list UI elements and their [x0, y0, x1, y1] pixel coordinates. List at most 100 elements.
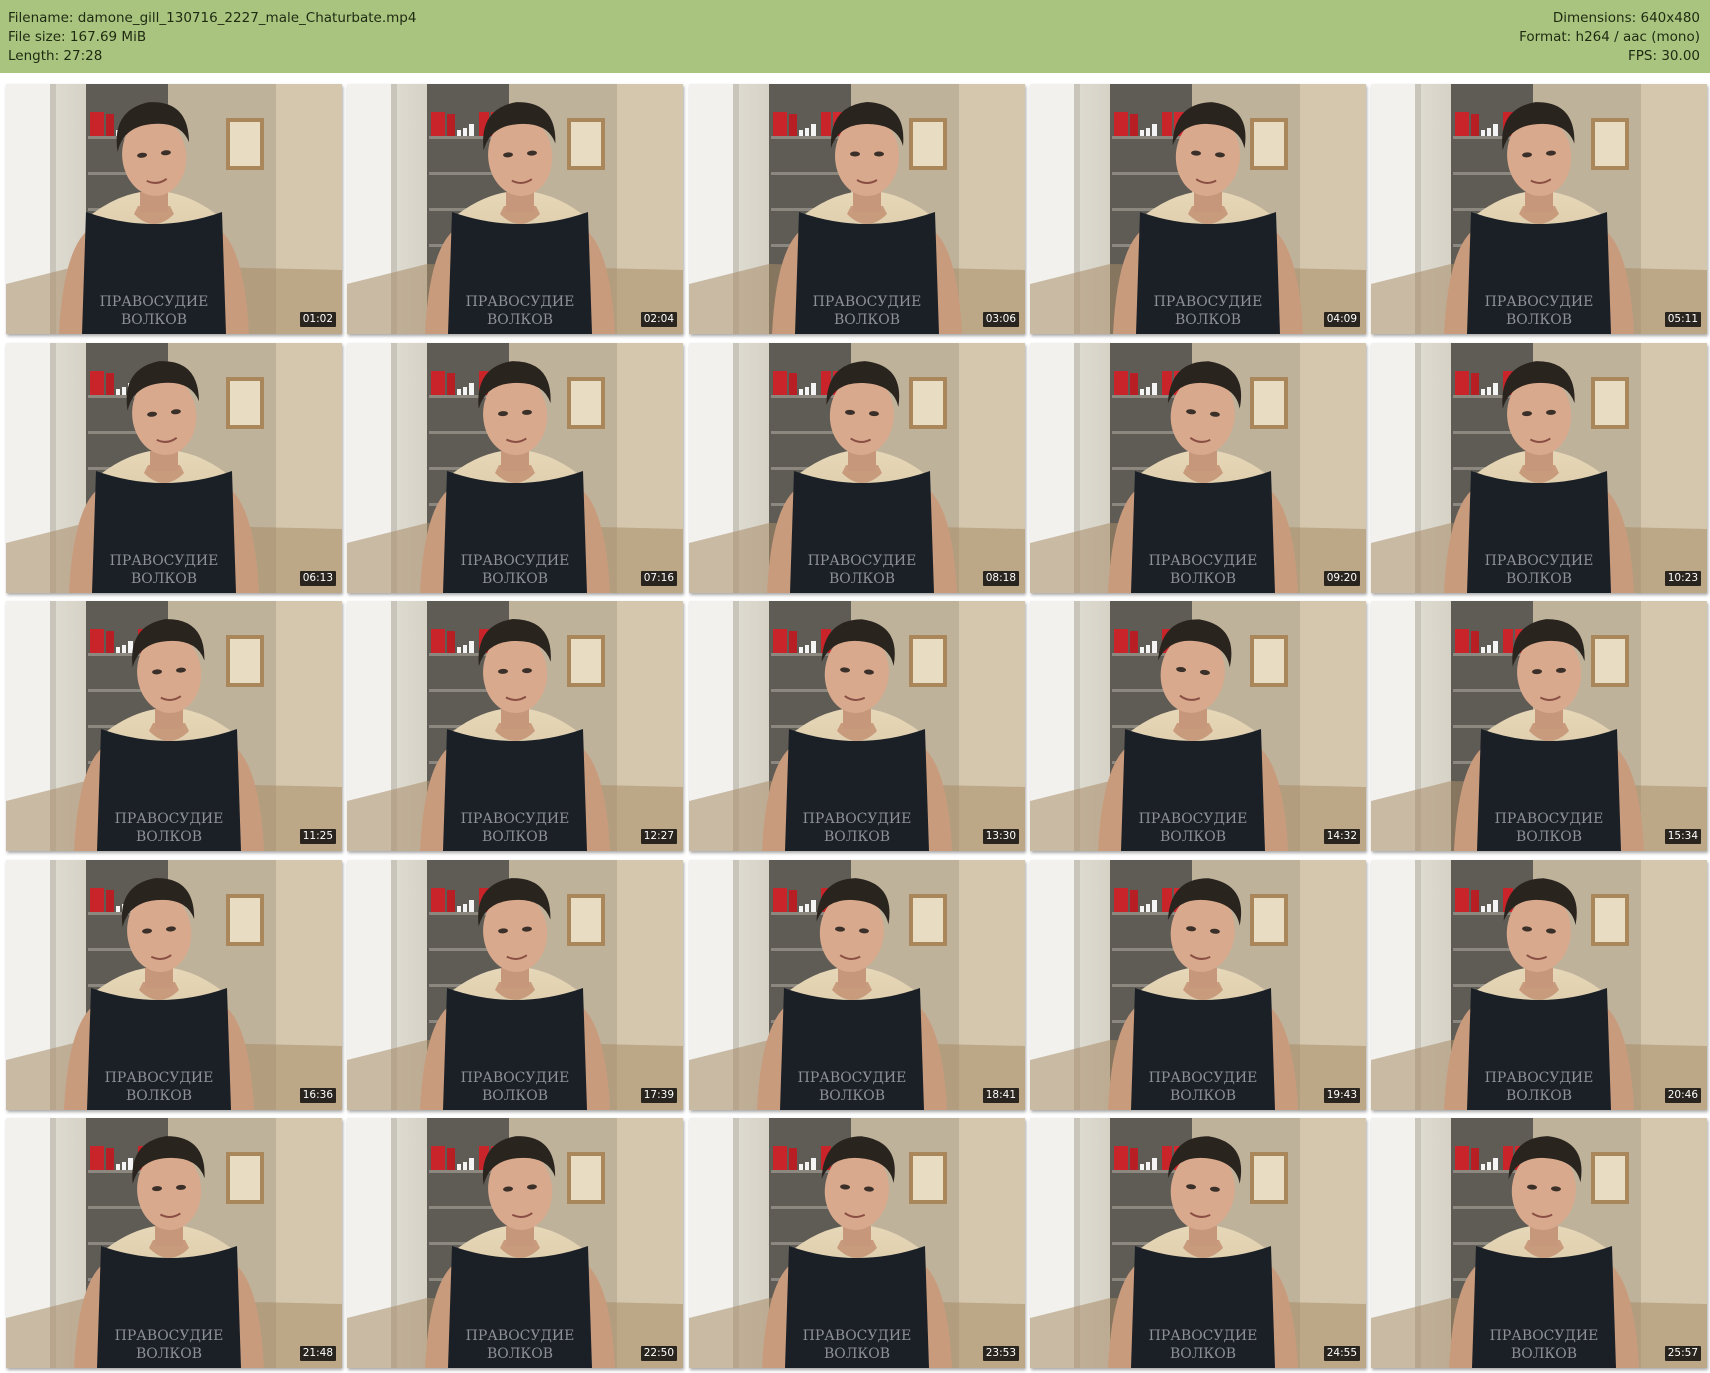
svg-text:ПРАВОСУДИЕ: ПРАВОСУДИЕ: [110, 553, 219, 569]
video-thumbnail: ПРАВОСУДИЕ ВОЛКОВ 17:39: [347, 860, 683, 1110]
svg-text:ВОЛКОВ: ВОЛКОВ: [131, 571, 197, 587]
timestamp-label: 06:13: [299, 571, 336, 586]
webcam-frame-image: ПРАВОСУДИЕ ВОЛКОВ: [689, 1118, 1025, 1368]
svg-text:ВОЛКОВ: ВОЛКОВ: [1506, 571, 1572, 587]
webcam-frame-image: ПРАВОСУДИЕ ВОЛКОВ: [347, 860, 683, 1110]
timestamp-label: 16:36: [299, 1088, 336, 1103]
webcam-frame-image: ПРАВОСУДИЕ ВОЛКОВ: [6, 1118, 342, 1368]
webcam-frame-image: ПРАВОСУДИЕ ВОЛКОВ: [1371, 860, 1707, 1110]
svg-text:ПРАВОСУДИЕ: ПРАВОСУДИЕ: [466, 1328, 575, 1344]
svg-text:ПРАВОСУДИЕ: ПРАВОСУДИЕ: [461, 553, 570, 569]
svg-text:ВОЛКОВ: ВОЛКОВ: [1170, 1346, 1236, 1362]
svg-text:ВОЛКОВ: ВОЛКОВ: [824, 1346, 890, 1362]
svg-text:ПРАВОСУДИЕ: ПРАВОСУДИЕ: [100, 294, 209, 310]
webcam-frame-image: ПРАВОСУДИЕ ВОЛКОВ: [689, 84, 1025, 334]
svg-text:ВОЛКОВ: ВОЛКОВ: [1506, 1088, 1572, 1104]
webcam-frame-image: ПРАВОСУДИЕ ВОЛКОВ: [6, 860, 342, 1110]
thumbnail-grid: ПРАВОСУДИЕ ВОЛКОВ 01:02 ПРАВОСУДИЕ ВОЛКО…: [0, 0, 1710, 1373]
svg-text:ПРАВОСУДИЕ: ПРАВОСУДИЕ: [1149, 1070, 1258, 1086]
video-thumbnail: ПРАВОСУДИЕ ВОЛКОВ 03:06: [689, 84, 1025, 334]
svg-text:ВОЛКОВ: ВОЛКОВ: [1170, 1088, 1236, 1104]
timestamp-label: 07:16: [640, 571, 677, 586]
timestamp-label: 12:27: [640, 829, 677, 844]
svg-text:ВОЛКОВ: ВОЛКОВ: [1175, 312, 1241, 328]
timestamp-label: 15:34: [1664, 829, 1701, 844]
timestamp-label: 14:32: [1323, 829, 1360, 844]
svg-text:ПРАВОСУДИЕ: ПРАВОСУДИЕ: [803, 1328, 912, 1344]
svg-text:ВОЛКОВ: ВОЛКОВ: [487, 1346, 553, 1362]
svg-text:ПРАВОСУДИЕ: ПРАВОСУДИЕ: [461, 1070, 570, 1086]
timestamp-label: 05:11: [1664, 312, 1701, 327]
svg-text:ВОЛКОВ: ВОЛКОВ: [824, 829, 890, 845]
video-thumbnail: ПРАВОСУДИЕ ВОЛКОВ 01:02: [6, 84, 342, 334]
timestamp-label: 20:46: [1664, 1088, 1701, 1103]
video-thumbnail: ПРАВОСУДИЕ ВОЛКОВ 21:48: [6, 1118, 342, 1368]
video-thumbnail: ПРАВОСУДИЕ ВОЛКОВ 12:27: [347, 601, 683, 851]
timestamp-label: 22:50: [640, 1346, 677, 1361]
svg-text:ВОЛКОВ: ВОЛКОВ: [487, 312, 553, 328]
webcam-frame-image: ПРАВОСУДИЕ ВОЛКОВ: [1030, 343, 1366, 593]
video-thumbnail: ПРАВОСУДИЕ ВОЛКОВ 22:50: [347, 1118, 683, 1368]
svg-text:ВОЛКОВ: ВОЛКОВ: [819, 1088, 885, 1104]
timestamp-label: 13:30: [982, 829, 1019, 844]
svg-text:ПРАВОСУДИЕ: ПРАВОСУДИЕ: [803, 811, 912, 827]
timestamp-label: 10:23: [1664, 571, 1701, 586]
webcam-frame-image: ПРАВОСУДИЕ ВОЛКОВ: [6, 343, 342, 593]
svg-text:ВОЛКОВ: ВОЛКОВ: [482, 571, 548, 587]
svg-text:ПРАВОСУДИЕ: ПРАВОСУДИЕ: [813, 294, 922, 310]
webcam-frame-image: ПРАВОСУДИЕ ВОЛКОВ: [1371, 343, 1707, 593]
video-thumbnail: ПРАВОСУДИЕ ВОЛКОВ 25:57: [1371, 1118, 1707, 1368]
video-thumbnail: ПРАВОСУДИЕ ВОЛКОВ 05:11: [1371, 84, 1707, 334]
webcam-frame-image: ПРАВОСУДИЕ ВОЛКОВ: [689, 860, 1025, 1110]
webcam-frame-image: ПРАВОСУДИЕ ВОЛКОВ: [1371, 84, 1707, 334]
video-thumbnail: ПРАВОСУДИЕ ВОЛКОВ 10:23: [1371, 343, 1707, 593]
svg-text:ВОЛКОВ: ВОЛКОВ: [834, 312, 900, 328]
svg-text:ПРАВОСУДИЕ: ПРАВОСУДИЕ: [105, 1070, 214, 1086]
svg-text:ПРАВОСУДИЕ: ПРАВОСУДИЕ: [1485, 553, 1594, 569]
timestamp-label: 23:53: [982, 1346, 1019, 1361]
video-thumbnail: ПРАВОСУДИЕ ВОЛКОВ 06:13: [6, 343, 342, 593]
video-thumbnail: ПРАВОСУДИЕ ВОЛКОВ 18:41: [689, 860, 1025, 1110]
video-thumbnail: ПРАВОСУДИЕ ВОЛКОВ 02:04: [347, 84, 683, 334]
webcam-frame-image: ПРАВОСУДИЕ ВОЛКОВ: [689, 343, 1025, 593]
svg-text:ПРАВОСУДИЕ: ПРАВОСУДИЕ: [1495, 811, 1604, 827]
svg-text:ПРАВОСУДИЕ: ПРАВОСУДИЕ: [808, 553, 917, 569]
webcam-frame-image: ПРАВОСУДИЕ ВОЛКОВ: [347, 343, 683, 593]
svg-text:ПРАВОСУДИЕ: ПРАВОСУДИЕ: [1149, 1328, 1258, 1344]
video-thumbnail: ПРАВОСУДИЕ ВОЛКОВ 04:09: [1030, 84, 1366, 334]
timestamp-label: 04:09: [1323, 312, 1360, 327]
timestamp-label: 02:04: [640, 312, 677, 327]
svg-text:ВОЛКОВ: ВОЛКОВ: [829, 571, 895, 587]
timestamp-label: 21:48: [299, 1346, 336, 1361]
svg-text:ПРАВОСУДИЕ: ПРАВОСУДИЕ: [1490, 1328, 1599, 1344]
video-thumbnail: ПРАВОСУДИЕ ВОЛКОВ 16:36: [6, 860, 342, 1110]
timestamp-label: 25:57: [1664, 1346, 1701, 1361]
svg-text:ВОЛКОВ: ВОЛКОВ: [136, 1346, 202, 1362]
svg-text:ВОЛКОВ: ВОЛКОВ: [136, 829, 202, 845]
webcam-frame-image: ПРАВОСУДИЕ ВОЛКОВ: [347, 84, 683, 334]
svg-text:ВОЛКОВ: ВОЛКОВ: [1160, 829, 1226, 845]
webcam-frame-image: ПРАВОСУДИЕ ВОЛКОВ: [6, 84, 342, 334]
svg-text:ПРАВОСУДИЕ: ПРАВОСУДИЕ: [115, 1328, 224, 1344]
timestamp-label: 01:02: [299, 312, 336, 327]
timestamp-label: 24:55: [1323, 1346, 1360, 1361]
webcam-frame-image: ПРАВОСУДИЕ ВОЛКОВ: [347, 601, 683, 851]
svg-text:ПРАВОСУДИЕ: ПРАВОСУДИЕ: [115, 811, 224, 827]
svg-text:ПРАВОСУДИЕ: ПРАВОСУДИЕ: [798, 1070, 907, 1086]
webcam-frame-image: ПРАВОСУДИЕ ВОЛКОВ: [6, 601, 342, 851]
webcam-frame-image: ПРАВОСУДИЕ ВОЛКОВ: [1371, 601, 1707, 851]
svg-text:ПРАВОСУДИЕ: ПРАВОСУДИЕ: [1149, 553, 1258, 569]
video-thumbnail: ПРАВОСУДИЕ ВОЛКОВ 09:20: [1030, 343, 1366, 593]
svg-text:ВОЛКОВ: ВОЛКОВ: [121, 312, 187, 328]
video-thumbnail: ПРАВОСУДИЕ ВОЛКОВ 08:18: [689, 343, 1025, 593]
svg-text:ВОЛКОВ: ВОЛКОВ: [1511, 1346, 1577, 1362]
timestamp-label: 18:41: [982, 1088, 1019, 1103]
svg-text:ПРАВОСУДИЕ: ПРАВОСУДИЕ: [1485, 294, 1594, 310]
video-thumbnail: ПРАВОСУДИЕ ВОЛКОВ 14:32: [1030, 601, 1366, 851]
timestamp-label: 19:43: [1323, 1088, 1360, 1103]
svg-text:ПРАВОСУДИЕ: ПРАВОСУДИЕ: [461, 811, 570, 827]
svg-text:ПРАВОСУДИЕ: ПРАВОСУДИЕ: [1485, 1070, 1594, 1086]
webcam-frame-image: ПРАВОСУДИЕ ВОЛКОВ: [1371, 1118, 1707, 1368]
video-thumbnail: ПРАВОСУДИЕ ВОЛКОВ 19:43: [1030, 860, 1366, 1110]
webcam-frame-image: ПРАВОСУДИЕ ВОЛКОВ: [347, 1118, 683, 1368]
